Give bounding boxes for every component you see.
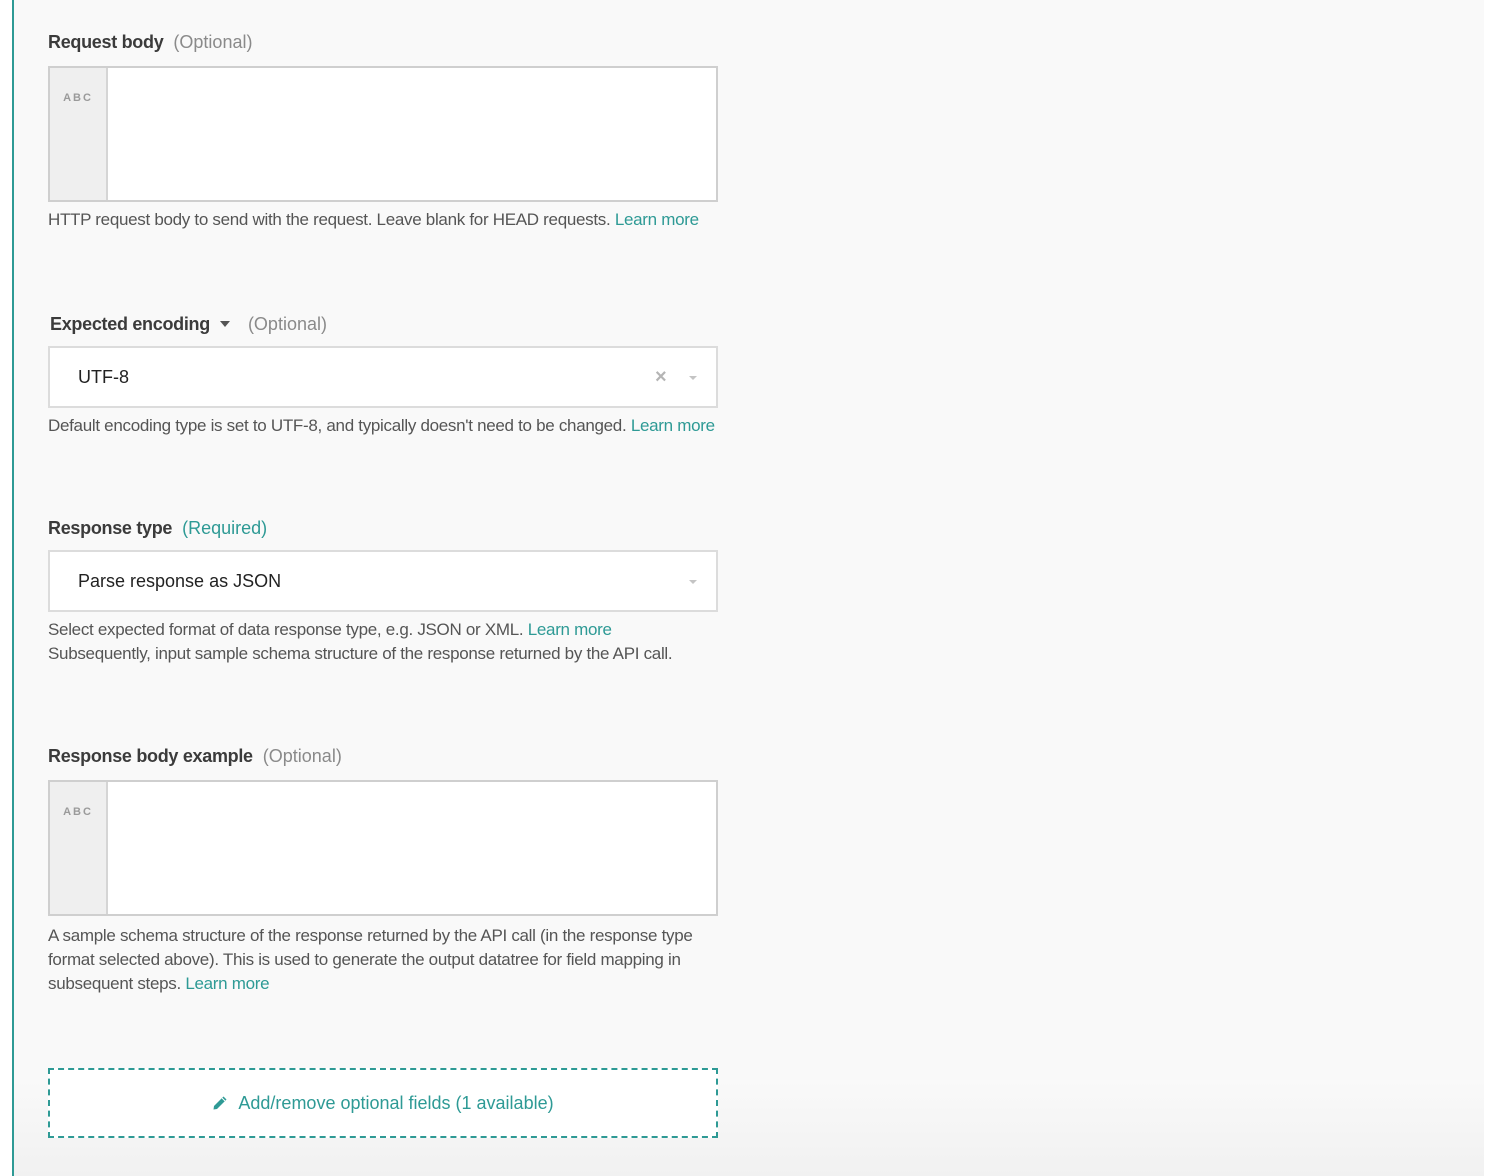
response-body-example-editor[interactable]: ABC [48,780,718,916]
expected-encoding-label-row: Expected encoding (Optional) [48,312,718,336]
panel-right-edge [1484,0,1500,1176]
learn-more-link[interactable]: Learn more [528,620,612,639]
request-body-field: Request body (Optional) ABC HTTP request… [48,30,718,229]
help-text: A sample schema structure of the respons… [48,926,693,993]
response-type-label-row: Response type (Required) [48,516,718,540]
response-type-label: Response type [48,518,173,538]
request-body-label-row: Request body (Optional) [48,30,718,54]
response-type-help: Select expected format of data response … [48,618,718,666]
pencil-icon [213,1096,227,1110]
clear-icon[interactable]: × [655,366,667,388]
add-remove-optional-fields-button[interactable]: Add/remove optional fields (1 available) [48,1068,718,1138]
help-text: Default encoding type is set to UTF-8, a… [48,416,631,435]
response-body-example-label-row: Response body example (Optional) [48,744,718,768]
chevron-down-icon[interactable] [689,580,697,584]
help-text: Select expected format of data response … [48,620,528,639]
optional-qualifier: (Optional) [173,32,253,52]
text-type-gutter: ABC [50,782,108,914]
required-qualifier: (Required) [182,518,268,538]
expected-encoding-field: Expected encoding (Optional) UTF-8 × Def… [48,312,718,435]
response-body-example-help: A sample schema structure of the respons… [48,924,718,996]
chevron-down-icon[interactable] [689,376,697,380]
request-body-input[interactable] [108,68,716,200]
help-text-secondary: Subsequently, input sample schema struct… [48,644,673,663]
add-remove-optional-fields-label: Add/remove optional fields (1 available) [238,1092,554,1113]
text-type-gutter: ABC [50,68,108,200]
expected-encoding-label: Expected encoding [50,314,210,334]
learn-more-link[interactable]: Learn more [615,210,699,229]
request-body-editor[interactable]: ABC [48,66,718,202]
request-body-label: Request body [48,32,164,52]
response-type-field: Response type (Required) Parse response … [48,516,718,663]
response-body-example-label: Response body example [48,746,253,766]
learn-more-link[interactable]: Learn more [185,974,269,993]
optional-qualifier: (Optional) [247,314,327,334]
expected-encoding-help: Default encoding type is set to UTF-8, a… [48,414,718,438]
learn-more-link[interactable]: Learn more [631,416,715,435]
request-body-help: HTTP request body to send with the reque… [48,208,718,232]
help-text: HTTP request body to send with the reque… [48,210,615,229]
selected-value: UTF-8 [78,367,129,387]
response-body-example-input[interactable] [108,782,716,914]
response-type-select[interactable]: Parse response as JSON [48,550,718,612]
response-body-example-field: Response body example (Optional) ABC A s… [48,744,718,993]
label-dropdown-caret-icon[interactable] [219,321,230,327]
optional-qualifier: (Optional) [262,746,342,766]
selected-value: Parse response as JSON [78,571,282,591]
expected-encoding-select[interactable]: UTF-8 × [48,346,718,408]
